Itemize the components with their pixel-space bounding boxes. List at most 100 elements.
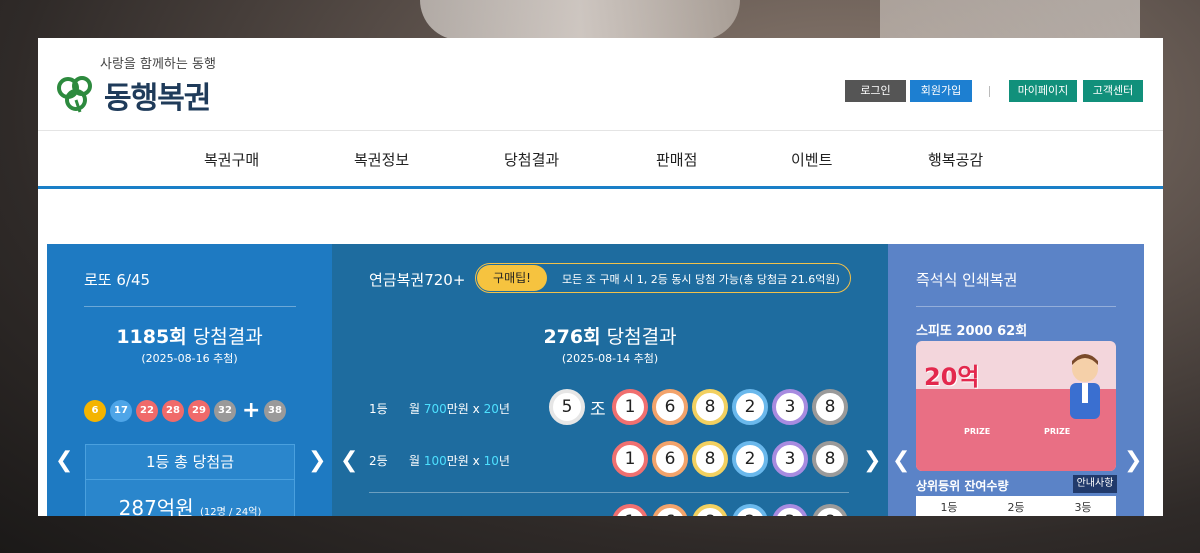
lotto-draw-number: 1185회	[116, 326, 187, 348]
lotto-prev-arrow-icon[interactable]: ❮	[55, 450, 73, 472]
rank2-digit-ball: 1	[612, 441, 648, 477]
background-light-right	[880, 0, 1140, 38]
lotto-title[interactable]: 로또 6/45	[84, 269, 150, 290]
rank1-years-unit: 년	[498, 402, 510, 416]
rank2-digit-ball: 6	[652, 441, 688, 477]
background-light	[420, 0, 740, 40]
rank2-years-unit: 년	[498, 454, 510, 468]
logo-name: 동행복권	[104, 81, 211, 116]
first-prize-box: 287억원 (12명 / 24억)	[85, 480, 295, 516]
customer-center-button[interactable]: 고객센터	[1083, 80, 1143, 102]
rank2-monthly-amount: 100	[423, 454, 447, 468]
rank3-digit-ball: 8	[692, 504, 728, 516]
nav-item-stores[interactable]: 판매점	[656, 149, 697, 170]
pension-panel: 연금복권720+ 구매팁! 모든 조 구매 시 1, 2등 동시 당첨 가능(총…	[332, 244, 888, 516]
ticket-headline: 20억	[924, 363, 980, 391]
lotto-ball: 6	[84, 400, 106, 422]
remaining-quantity-label: 상위등위 잔여수량	[916, 479, 1009, 493]
lotto-panel: 로또 6/45 1185회 당첨결과 (2025-08-16 추첨) 6 17 22…	[47, 244, 332, 516]
instant-title[interactable]: 즉석식 인쇄복권	[916, 269, 1017, 290]
nav-item-info[interactable]: 복권정보	[354, 149, 409, 170]
rank1-digit-ball: 6	[652, 389, 688, 425]
lotto-ball: 28	[162, 400, 184, 422]
remaining-table: 1등 2등 3등	[916, 496, 1116, 516]
lotto-draw-title: 1185회 당첨결과	[47, 322, 332, 349]
rank1-digit-ball: 3	[772, 389, 808, 425]
instant-product-name[interactable]: 스피또 2000 62회	[916, 320, 1027, 339]
login-button[interactable]: 로그인	[845, 80, 906, 102]
notice-button[interactable]: 안내사항	[1073, 475, 1117, 493]
lotto-next-arrow-icon[interactable]: ❯	[308, 450, 326, 472]
nav-item-events[interactable]: 이벤트	[791, 149, 832, 170]
pension-next-arrow-icon[interactable]: ❯	[863, 450, 881, 472]
rank1-monthly-prefix: 월	[409, 402, 424, 416]
divider	[916, 306, 1116, 307]
instant-next-arrow-icon[interactable]: ❯	[1124, 450, 1142, 472]
logo-tagline: 사랑을 함께하는 동행	[100, 57, 216, 72]
rank1-digit-ball: 8	[812, 389, 848, 425]
ticket-prize-2: PRIZE	[1044, 427, 1071, 436]
pension-draw-date: (2025-08-14 추첨)	[561, 352, 659, 365]
rank3-digit-ball: 3	[772, 504, 808, 516]
first-prize-label: 1등 총 당첨금	[85, 444, 295, 480]
lotto-ball: 17	[110, 400, 132, 422]
rank1-digit-ball: 2	[732, 389, 768, 425]
pension-draw-number: 276회	[543, 326, 601, 348]
main-nav: 복권구매 복권정보 당첨결과 판매점 이벤트 행복공감	[38, 130, 1163, 189]
instant-panel: 즉석식 인쇄복권 스피또 2000 62회 20억 PRIZE PRIZE 상위…	[888, 244, 1144, 516]
rank3-digit-ball: 6	[652, 504, 688, 516]
lotto-bonus-ball: 38	[264, 400, 286, 422]
pension-prev-arrow-icon[interactable]: ❮	[340, 450, 358, 472]
rank2-monthly-unit: 만원 x	[446, 454, 484, 468]
rank2-digit-ball: 3	[772, 441, 808, 477]
instant-prev-arrow-icon[interactable]: ❮	[892, 450, 910, 472]
lotto-ball: 29	[188, 400, 210, 422]
page-frame: 사랑을 함께하는 동행 동행복권 로그인 회원가입 마이페이지 고객센터 복권구…	[38, 38, 1163, 516]
rank1-years: 20	[483, 402, 499, 416]
nav-item-buy[interactable]: 복권구매	[204, 149, 259, 170]
pension-title[interactable]: 연금복권720+	[369, 269, 465, 290]
rank2-years: 10	[483, 454, 499, 468]
join-button[interactable]: 회원가입	[910, 80, 972, 102]
pension-result-label: 당첨결과	[606, 326, 677, 348]
nav-item-community[interactable]: 행복공감	[928, 149, 983, 170]
purchase-tip-badge: 구매팁!	[477, 265, 547, 291]
result-panels: 로또 6/45 1185회 당첨결과 (2025-08-16 추첨) 6 17 22…	[47, 244, 1144, 516]
rank1-digit-ball: 1	[612, 389, 648, 425]
nav-item-results[interactable]: 당첨결과	[504, 149, 559, 170]
bonus-plus: +	[242, 398, 261, 423]
rank3-digit-ball: 8	[812, 504, 848, 516]
rank1-digit-ball: 8	[692, 389, 728, 425]
first-prize-total: 287억원	[118, 496, 194, 516]
rank2-label: 2등	[369, 454, 388, 468]
lotto-ball: 32	[214, 400, 236, 422]
rank3-digit-ball: 1	[612, 504, 648, 516]
lotto-draw-date: (2025-08-16 추첨)	[141, 352, 238, 365]
remaining-col-3: 3등	[1074, 501, 1092, 514]
rank2-monthly-prefix: 월	[409, 454, 424, 468]
divider	[84, 306, 296, 307]
mypage-button[interactable]: 마이페이지	[1009, 80, 1077, 102]
rank3-digit-ball: 2	[732, 504, 768, 516]
lotto-ball: 22	[136, 400, 158, 422]
divider	[369, 492, 849, 493]
util-divider	[989, 86, 990, 97]
lotto-result-label: 당첨결과	[192, 326, 263, 348]
first-prize-amount: 287억원 (12명 / 24억)	[86, 492, 294, 516]
first-prize-detail: (12명 / 24억)	[199, 507, 262, 516]
purchase-tip-text: 모든 조 구매 시 1, 2등 동시 당첨 가능(총 당첨금 21.6억원)	[562, 273, 840, 286]
rank1-monthly: 월 700만원 x 20년	[409, 400, 510, 417]
rank1-monthly-unit: 만원 x	[446, 402, 484, 416]
rank1-monthly-amount: 700	[423, 402, 447, 416]
mascot-icon	[1070, 354, 1100, 419]
purchase-tip: 구매팁! 모든 조 구매 시 1, 2등 동시 당첨 가능(총 당첨금 21.6…	[475, 263, 851, 293]
rank2-monthly: 월 100만원 x 10년	[409, 452, 510, 469]
remaining-col-1: 1등	[940, 501, 958, 514]
group-unit: 조	[590, 400, 606, 420]
clover-logo-icon	[57, 76, 92, 113]
rank2-digit-ball: 8	[692, 441, 728, 477]
ticket-prize-1: PRIZE	[964, 427, 991, 436]
instant-ticket-image[interactable]: 20억 PRIZE PRIZE	[916, 341, 1116, 471]
remaining-col-2: 2등	[1007, 501, 1025, 514]
header: 사랑을 함께하는 동행 동행복권 로그인 회원가입 마이페이지 고객센터	[38, 38, 1163, 130]
